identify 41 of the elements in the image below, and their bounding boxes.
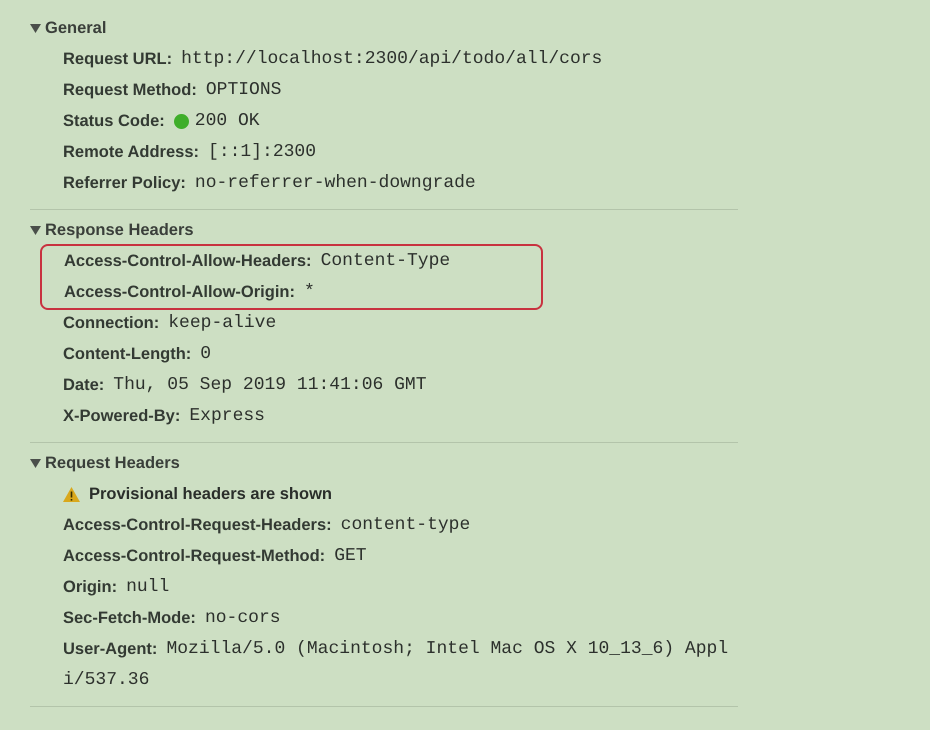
header-value: http://localhost:2300/api/todo/all/cors xyxy=(181,48,602,71)
header-name: Remote Address: xyxy=(63,142,200,163)
header-value: keep-alive xyxy=(168,312,276,335)
header-name: Date: xyxy=(63,375,104,396)
caret-icon[interactable] xyxy=(30,24,41,32)
section-title[interactable]: Response Headers xyxy=(45,220,194,240)
header-name: Access-Control-Allow-Origin: xyxy=(64,282,296,303)
section-title[interactable]: Request Headers xyxy=(45,454,180,472)
header-name: Origin: xyxy=(63,577,118,598)
header-value: GET xyxy=(334,545,367,568)
header-name: User-Agent: xyxy=(63,639,158,660)
header-value: null xyxy=(126,576,170,599)
header-value: Express xyxy=(189,405,265,428)
header-value: no-referrer-when-downgrade xyxy=(194,172,476,195)
header-value: * xyxy=(304,281,315,304)
header-name: Content-Length: xyxy=(63,344,192,365)
header-name: Status Code: xyxy=(63,111,165,132)
header-name: X-Powered-By: xyxy=(63,406,180,427)
header-value: Mozilla/5.0 (Macintosh; Intel Mac OS X 10_13_6) Appl xyxy=(166,638,728,661)
header-name: Sec-Fetch-Mode: xyxy=(63,608,196,629)
header-name: Access-Control-Request-Headers: xyxy=(63,515,332,536)
warning-icon xyxy=(63,487,80,502)
warning-message: Provisional headers are shown xyxy=(89,484,332,505)
caret-icon[interactable] xyxy=(30,226,41,234)
header-name: Request Method: xyxy=(63,80,197,101)
header-name: Connection: xyxy=(63,313,160,334)
section-title[interactable]: General xyxy=(45,18,106,38)
header-value: Thu, 05 Sep 2019 11:41:06 GMT xyxy=(113,374,427,397)
header-value: OPTIONS xyxy=(206,79,282,102)
header-name: Request URL: xyxy=(63,49,172,70)
header-name: Referrer Policy: xyxy=(63,173,186,194)
header-name: Access-Control-Allow-Headers: xyxy=(64,251,312,272)
header-value: [::1]:2300 xyxy=(208,141,316,164)
header-value: Content-Type xyxy=(320,250,450,273)
header-value: i/537.36 xyxy=(63,669,150,692)
header-value: 0 xyxy=(200,343,212,366)
header-value: content-type xyxy=(340,514,470,537)
header-value: 200 OK xyxy=(194,110,260,133)
caret-icon[interactable] xyxy=(30,458,41,468)
header-value: no-cors xyxy=(204,607,281,630)
header-name: Access-Control-Request-Method: xyxy=(63,546,326,567)
